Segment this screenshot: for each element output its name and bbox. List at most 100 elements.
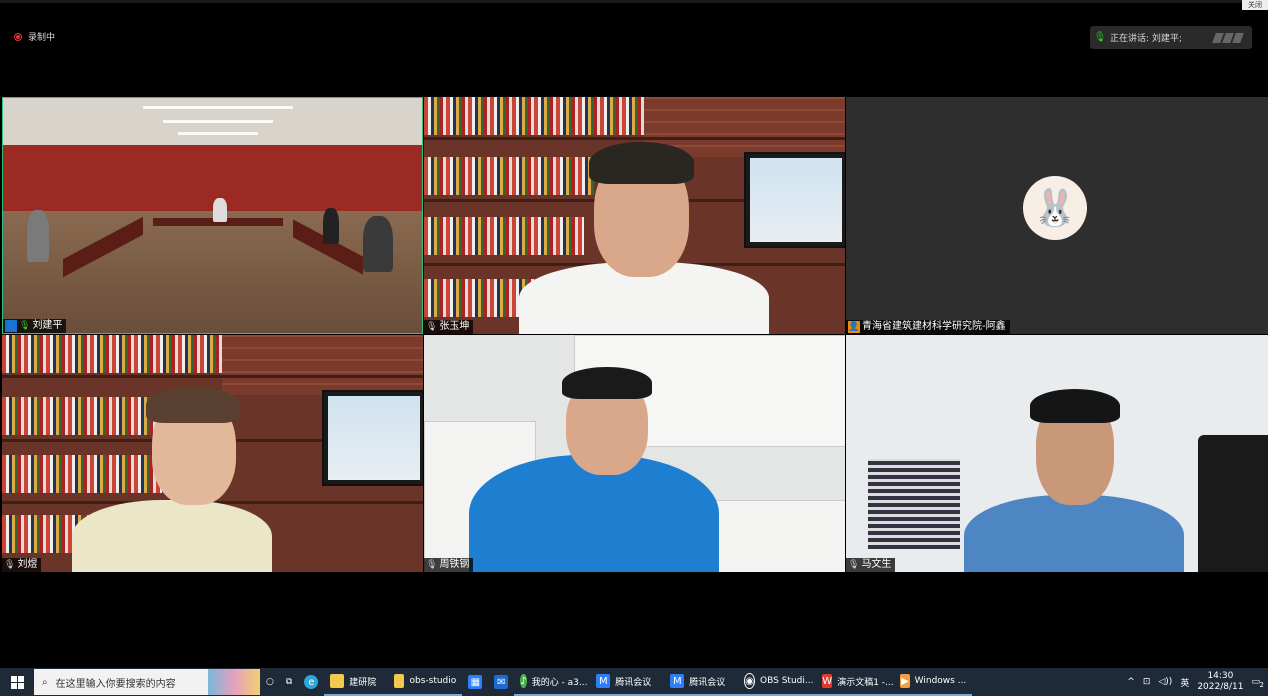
notification-count: 2 [1259,681,1264,689]
participant-name-tag: 👤 🎙 刘建平 [3,319,67,333]
rabbit-avatar-icon: 🐰 [1023,176,1087,240]
video-tile-1[interactable]: 👤 🎙 刘建平 [2,97,423,334]
edge-button[interactable]: e [298,668,324,696]
bookshelf [2,455,162,493]
bookshelf [2,335,222,373]
video-tile-2[interactable]: 🎙 张玉坤 [424,97,845,334]
mic-icon: 🎙 [1093,32,1107,43]
ceiling-light [163,120,273,123]
speaking-label: 正在讲话: 刘建平; [1110,34,1182,44]
video-tile-6[interactable]: 🎙 马文生 [846,335,1268,572]
tencent-meeting-icon: M [670,674,685,688]
windows-icon [10,675,24,689]
notification-icon[interactable]: ▭ 2 [1251,677,1264,689]
taskbar-app-label: 腾讯会议 [615,677,652,688]
mail-button[interactable]: ✉ [488,668,514,696]
participant-hair [1030,389,1120,423]
start-button[interactable] [0,668,34,696]
store-icon: ▦ [468,675,483,689]
taskbar-app-7[interactable]: ▶ Windows ... [894,668,973,696]
recording-label: 录制中 [28,33,56,43]
store-button[interactable]: ▦ [462,668,488,696]
speaking-indicator: 🎙 正在讲话: 刘建平; [1090,26,1252,49]
taskbar-app-label: Windows ... [914,676,967,686]
office-chair [1198,435,1268,572]
network-icon[interactable]: ⊡ [1143,677,1151,687]
document-stack [868,459,960,549]
taskbar-app-1[interactable]: obs-studio [388,668,463,696]
participant-name-tag: 🎙 马文生 [846,558,896,572]
bookshelf [424,97,644,135]
close-button[interactable]: 关闭 [1242,0,1268,10]
mail-icon: ✉ [494,675,509,689]
mic-off-icon: 🎙 [4,560,16,570]
chevron-up-icon[interactable]: ^ [1127,677,1135,687]
video-tile-5[interactable]: 🎙 周铁钢 [424,335,845,572]
mic-off-icon: 🎙 [426,322,438,332]
mic-on-icon: 🎙 [19,321,31,331]
person-icon: 👤 [848,321,860,333]
participant-name: 刘煜 [17,559,38,570]
taskbar-app-label: 演示文稿1 -... [837,677,894,688]
person-icon: 👤 [5,320,17,332]
clock[interactable]: 14:30 2022/8/11 [1197,671,1243,693]
participant-name: 刘建平 [32,320,63,331]
bookshelf [424,217,584,255]
taskbar-app-5[interactable]: ◉ OBS Studi... [738,668,817,696]
mic-off-icon: 🎙 [848,560,860,570]
shelf-plank [424,137,845,140]
taskbar-app-6[interactable]: W 演示文稿1 -... [816,668,895,696]
participant-hair [562,367,652,399]
participant-hair [146,387,240,423]
attendee [213,198,227,222]
system-tray: ^ ⊡ ◁)) 英 14:30 2022/8/11 ▭ 2 [1127,671,1268,693]
folder-icon [330,674,345,688]
attendee [27,210,49,262]
participant-name-tag: 👤 青海省建筑建材科学研究院-阿鑫 [846,320,1010,334]
taskbar-app-label: 腾讯会议 [689,677,726,688]
shelf-plank [2,375,423,378]
participant-name-tag: 🎙 张玉坤 [424,320,474,334]
clock-date: 2022/8/11 [1197,682,1244,692]
task-view-button[interactable]: ⧉ [280,668,298,696]
ime-indicator[interactable]: 英 [1180,676,1189,689]
taskbar-app-3[interactable]: M 腾讯会议 [590,668,665,696]
ceiling-light [143,106,293,109]
windows-taskbar: ⌕ 在这里输入你要搜索的内容 ○ ⧉ e 建研院 obs-studio ▦ ✉ … [0,668,1268,696]
task-view-icon: ⧉ [285,677,293,687]
taskbar-app-label: obs-studio [409,676,457,686]
ceiling-light [178,132,258,135]
video-tile-3[interactable]: 🐰 👤 青海省建筑建材科学研究院-阿鑫 [846,97,1268,334]
edge-icon: e [304,675,319,689]
taskbar-app-4[interactable]: M 腾讯会议 [664,668,739,696]
taskbar-app-2[interactable]: ♪ 我的心 - a3... [514,668,591,696]
participant-name-tag: 🎙 刘煜 [2,558,42,572]
participant-name: 张玉坤 [439,321,470,332]
volume-icon[interactable]: ◁)) [1158,677,1172,687]
obs-icon: ◉ [744,673,756,689]
recording-indicator: 录制中 [14,30,55,43]
search-icon: ⌕ [42,676,48,688]
participant-name-tag: 🎙 周铁钢 [424,558,474,572]
cortana-button[interactable]: ○ [260,668,280,696]
wall-monitor [322,390,423,486]
clock-time: 14:30 [1207,671,1234,681]
audio-level-icon [1212,32,1244,43]
taskbar-app-0[interactable]: 建研院 [324,668,389,696]
wall-monitor [744,152,845,248]
record-icon [14,32,22,41]
bookshelf [2,397,162,435]
brick-wall [222,335,423,395]
conference-table [63,216,143,278]
attendee [323,208,339,244]
video-grid: 👤 🎙 刘建平 🎙 张玉坤 🐰 👤 青海省建筑建材科学研究院-阿鑫 🎙 刘煜 🎙… [2,97,1268,572]
folder-icon [394,674,405,688]
participant-hair [589,142,694,184]
video-tile-4[interactable]: 🎙 刘煜 [2,335,423,572]
participant-name: 青海省建筑建材科学研究院-阿鑫 [862,321,1006,332]
participant-name: 马文生 [861,559,892,570]
taskbar-search[interactable]: ⌕ 在这里输入你要搜索的内容 [34,669,260,695]
circle-icon: ○ [266,677,274,687]
wps-icon: W [822,674,833,688]
participant-shirt [72,500,272,572]
